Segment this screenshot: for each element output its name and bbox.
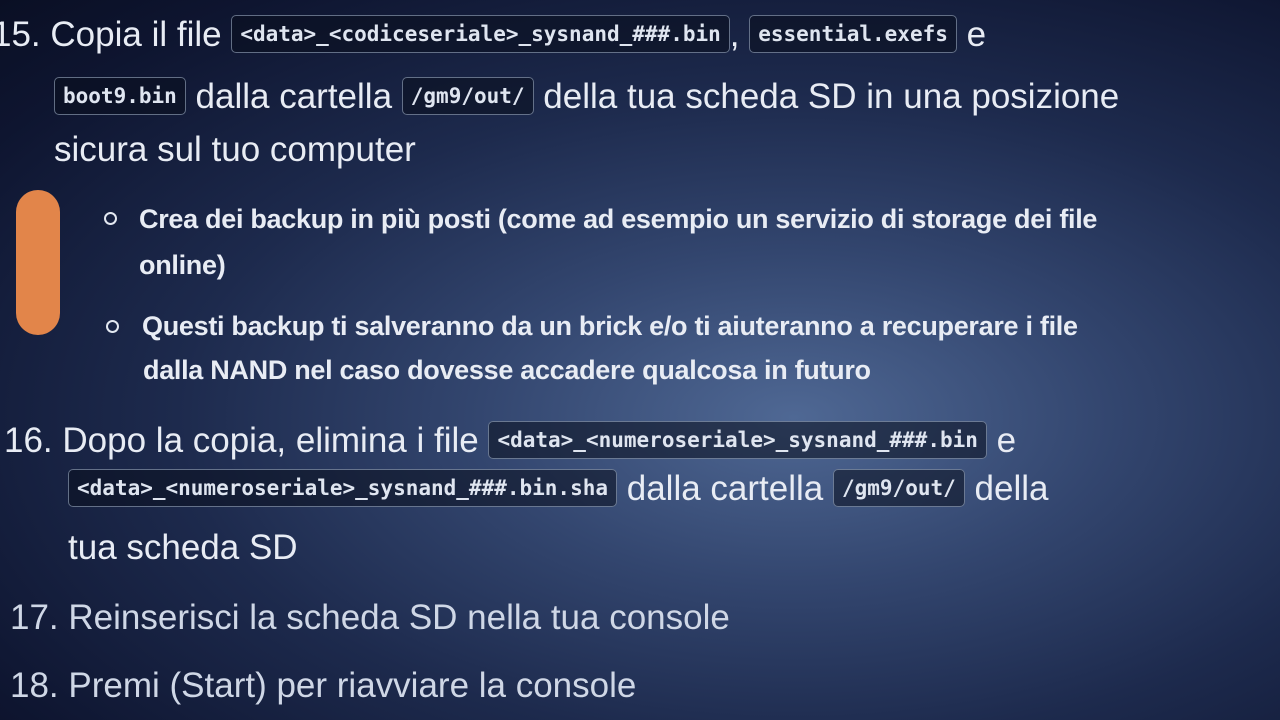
step-17: 17. Reinserisci la scheda SD nella tua c… <box>10 596 730 640</box>
step-15-line-3: sicura sul tuo computer <box>54 128 416 172</box>
code-folder: /gm9/out/ <box>832 469 965 507</box>
step-text: dalla cartella <box>626 469 824 508</box>
sub-bullet-1-line-2: online) <box>139 246 226 284</box>
bullet-circle-icon <box>106 320 119 333</box>
step-text: della <box>974 469 1049 508</box>
instruction-list: 15. Copia il file <data>_<codiceseriale>… <box>0 0 1280 720</box>
bullet-circle-icon <box>104 212 117 225</box>
bullet-text: dalla NAND nel caso dovesse accadere qua… <box>143 355 871 385</box>
code-filename: essential.exefs <box>749 15 957 53</box>
step-text: sicura sul tuo computer <box>54 130 416 169</box>
code-filename: <data>_<codiceseriale>_sysnand_###.bin <box>231 15 730 53</box>
step-text: e <box>966 15 987 54</box>
code-filename: <data>_<numeroseriale>_sysnand_###.bin <box>488 421 987 459</box>
step-text: e <box>996 421 1017 460</box>
code-folder: /gm9/out/ <box>401 77 534 115</box>
bullet-text: Questi backup ti salveranno da un brick … <box>142 311 1078 341</box>
step-16-line-3: tua scheda SD <box>68 526 298 570</box>
step-18: 18. Premi (Start) per riavviare la conso… <box>10 664 636 708</box>
bullet-text: online) <box>139 250 226 280</box>
sub-bullet-1-line-1: Crea dei backup in più posti (come ad es… <box>139 200 1097 238</box>
step-text: tua scheda SD <box>68 528 298 567</box>
step-text: della tua scheda SD in una posizione <box>543 77 1120 116</box>
sub-bullet-2-line-1: Questi backup ti salveranno da un brick … <box>142 307 1078 345</box>
step-text: Premi (Start) per riavviare la console <box>68 666 637 705</box>
step-text: Dopo la copia, elimina i file <box>62 421 479 460</box>
step-number: 16. <box>4 421 53 460</box>
highlight-marker <box>16 190 60 335</box>
step-number: 18. <box>10 666 59 705</box>
step-number: 17. <box>10 598 59 637</box>
step-number: 15. <box>0 15 41 54</box>
sub-bullet-2-line-2: dalla NAND nel caso dovesse accadere qua… <box>143 351 871 389</box>
code-filename: boot9.bin <box>54 77 186 115</box>
step-16-line-2: <data>_<numeroseriale>_sysnand_###.bin.s… <box>68 466 1048 511</box>
step-15-line-1: 15. Copia il file <data>_<codiceseriale>… <box>0 12 986 57</box>
comma: , <box>729 15 740 54</box>
bullet-text: Crea dei backup in più posti (come ad es… <box>139 204 1098 234</box>
step-text: dalla cartella <box>195 77 393 116</box>
step-text: Copia il file <box>50 15 222 54</box>
code-filename: <data>_<numeroseriale>_sysnand_###.bin.s… <box>68 469 618 507</box>
step-text: Reinserisci la scheda SD nella tua conso… <box>68 598 730 637</box>
step-16-line-1: 16. Dopo la copia, elimina i file <data>… <box>4 418 1016 463</box>
step-15-line-2: boot9.bin dalla cartella /gm9/out/ della… <box>54 74 1119 119</box>
